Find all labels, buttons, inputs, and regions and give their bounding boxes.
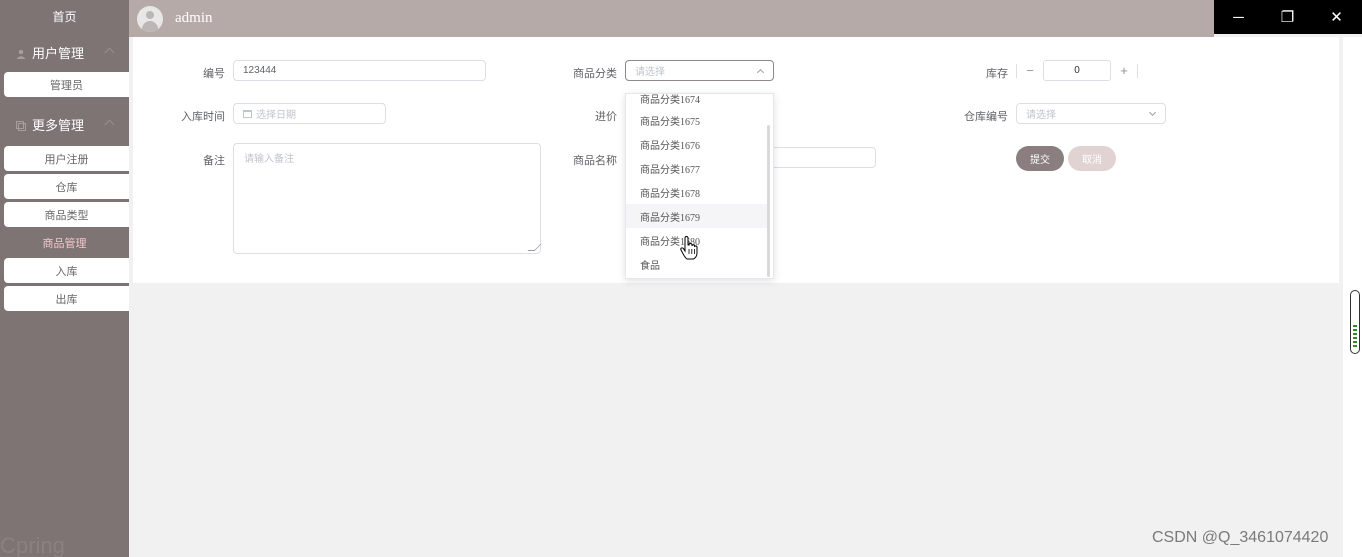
remark-label: 备注 — [203, 155, 225, 167]
sidebar-item-label: 管理员 — [50, 79, 83, 92]
chevron-up-icon — [104, 119, 115, 130]
chevron-down-icon — [1148, 108, 1157, 117]
cancel-button[interactable]: 取消 — [1068, 146, 1116, 171]
minimize-icon: ─ — [1233, 8, 1244, 26]
avatar[interactable] — [137, 5, 163, 32]
category-dropdown: 商品分类1674 商品分类1675 商品分类1676 商品分类1677 商品分类… — [625, 93, 774, 279]
category-select[interactable]: 请选择 — [625, 60, 774, 81]
submit-button[interactable]: 提交 — [1016, 146, 1064, 171]
date-placeholder: 选择日期 — [256, 110, 296, 121]
calendar-icon — [243, 109, 252, 118]
submit-label: 提交 — [1030, 155, 1050, 166]
option-label: 商品分类1677 — [640, 164, 700, 176]
top-header: admin — [129, 0, 1214, 37]
category-label: 商品分类 — [573, 68, 617, 80]
close-button[interactable]: ✕ — [1312, 0, 1361, 34]
sidebar-item-warehouse[interactable]: 仓库 — [4, 174, 129, 199]
chevron-up-icon — [756, 68, 765, 77]
dropdown-option[interactable]: 商品分类1675 — [626, 108, 768, 132]
sidebar-item-product-type[interactable]: 商品类型 — [4, 202, 129, 227]
name-label: 商品名称 — [573, 155, 617, 167]
csdn-watermark: CSDN @Q_3461074420 — [1152, 529, 1329, 546]
sidebar-group-more-management[interactable]: 更多管理 — [0, 108, 129, 140]
stock-value-input[interactable]: 0 — [1043, 60, 1111, 81]
sidebar-item-label: 出库 — [55, 293, 78, 306]
background-ghost-text: Cpring — [0, 533, 65, 557]
minimize-button[interactable]: ─ — [1214, 0, 1263, 34]
code-value: 123444 — [243, 65, 277, 76]
stock-increase-button[interactable]: + — [1111, 60, 1137, 81]
category-placeholder: 请选择 — [635, 67, 665, 78]
dropdown-option-hovered[interactable]: 商品分类1679 — [626, 204, 768, 228]
dropdown-scrollbar[interactable] — [767, 125, 770, 277]
option-label: 商品分类1679 — [640, 212, 700, 224]
dropdown-option[interactable]: 商品分类1677 — [626, 156, 768, 180]
stock-decrease-button[interactable]: − — [1017, 60, 1043, 81]
warehouse-label: 仓库编号 — [964, 111, 1008, 123]
page-scrollbar[interactable] — [1350, 290, 1360, 354]
remark-textarea[interactable]: 请输入备注 — [233, 143, 542, 254]
code-label: 编号 — [203, 68, 225, 80]
option-label: 商品分类1675 — [640, 116, 700, 128]
resize-handle-icon[interactable] — [527, 244, 542, 251]
stock-label: 库存 — [986, 68, 1008, 80]
sidebar-item-label: 商品类型 — [44, 209, 89, 222]
sidebar-group-label: 更多管理 — [32, 117, 85, 133]
sidebar-item-admin[interactable]: 管理员 — [4, 72, 129, 97]
dropdown-option[interactable]: 商品分类1676 — [626, 132, 768, 156]
hand-cursor-icon — [680, 236, 698, 260]
sidebar-home[interactable]: 首页 — [0, 0, 129, 32]
sidebar-group-user-management[interactable]: 用户管理 — [0, 36, 129, 68]
warehouse-select[interactable]: 请选择 — [1016, 103, 1166, 124]
copy-icon — [16, 119, 26, 131]
option-label: 商品分类1676 — [640, 140, 700, 152]
date-picker[interactable]: 选择日期 — [233, 103, 386, 124]
chevron-up-icon — [104, 47, 115, 58]
maximize-button[interactable]: ❐ — [1263, 0, 1312, 34]
sidebar-item-stock-out[interactable]: 出库 — [4, 286, 129, 311]
option-label: 商品分类1678 — [640, 188, 700, 200]
option-label: 食品 — [640, 260, 660, 272]
cancel-label: 取消 — [1082, 155, 1102, 166]
option-label: 商品分类1674 — [640, 94, 700, 106]
price-label: 进价 — [595, 111, 617, 123]
user-icon — [16, 47, 26, 59]
code-input[interactable]: 123444 — [233, 60, 486, 81]
sidebar-home-label: 首页 — [52, 9, 77, 24]
sidebar-item-label: 商品管理 — [42, 237, 87, 250]
warehouse-placeholder: 请选择 — [1026, 110, 1056, 121]
sidebar-item-stock-in[interactable]: 入库 — [4, 258, 129, 283]
sidebar-item-label: 入库 — [55, 265, 78, 278]
sidebar: 首页 用户管理 管理员 更多管理 用户注册 仓库 商品类型 商品管理 入库 出库… — [0, 0, 129, 557]
close-icon: ✕ — [1330, 9, 1343, 26]
stock-stepper: − 0 + — [1016, 60, 1138, 81]
sidebar-item-product-management[interactable]: 商品管理 — [0, 230, 129, 255]
sidebar-item-label: 仓库 — [55, 181, 78, 194]
remark-placeholder: 请输入备注 — [244, 154, 294, 165]
sidebar-item-user-register[interactable]: 用户注册 — [4, 146, 129, 171]
sidebar-item-label: 用户注册 — [44, 153, 89, 166]
dropdown-option[interactable]: 商品分类1678 — [626, 180, 768, 204]
window-controls: ─ ❐ ✕ — [1214, 0, 1362, 34]
sidebar-group-label: 用户管理 — [32, 45, 85, 61]
restore-icon: ❐ — [1280, 9, 1295, 26]
date-label: 入库时间 — [181, 111, 225, 123]
user-name: admin — [175, 10, 213, 26]
